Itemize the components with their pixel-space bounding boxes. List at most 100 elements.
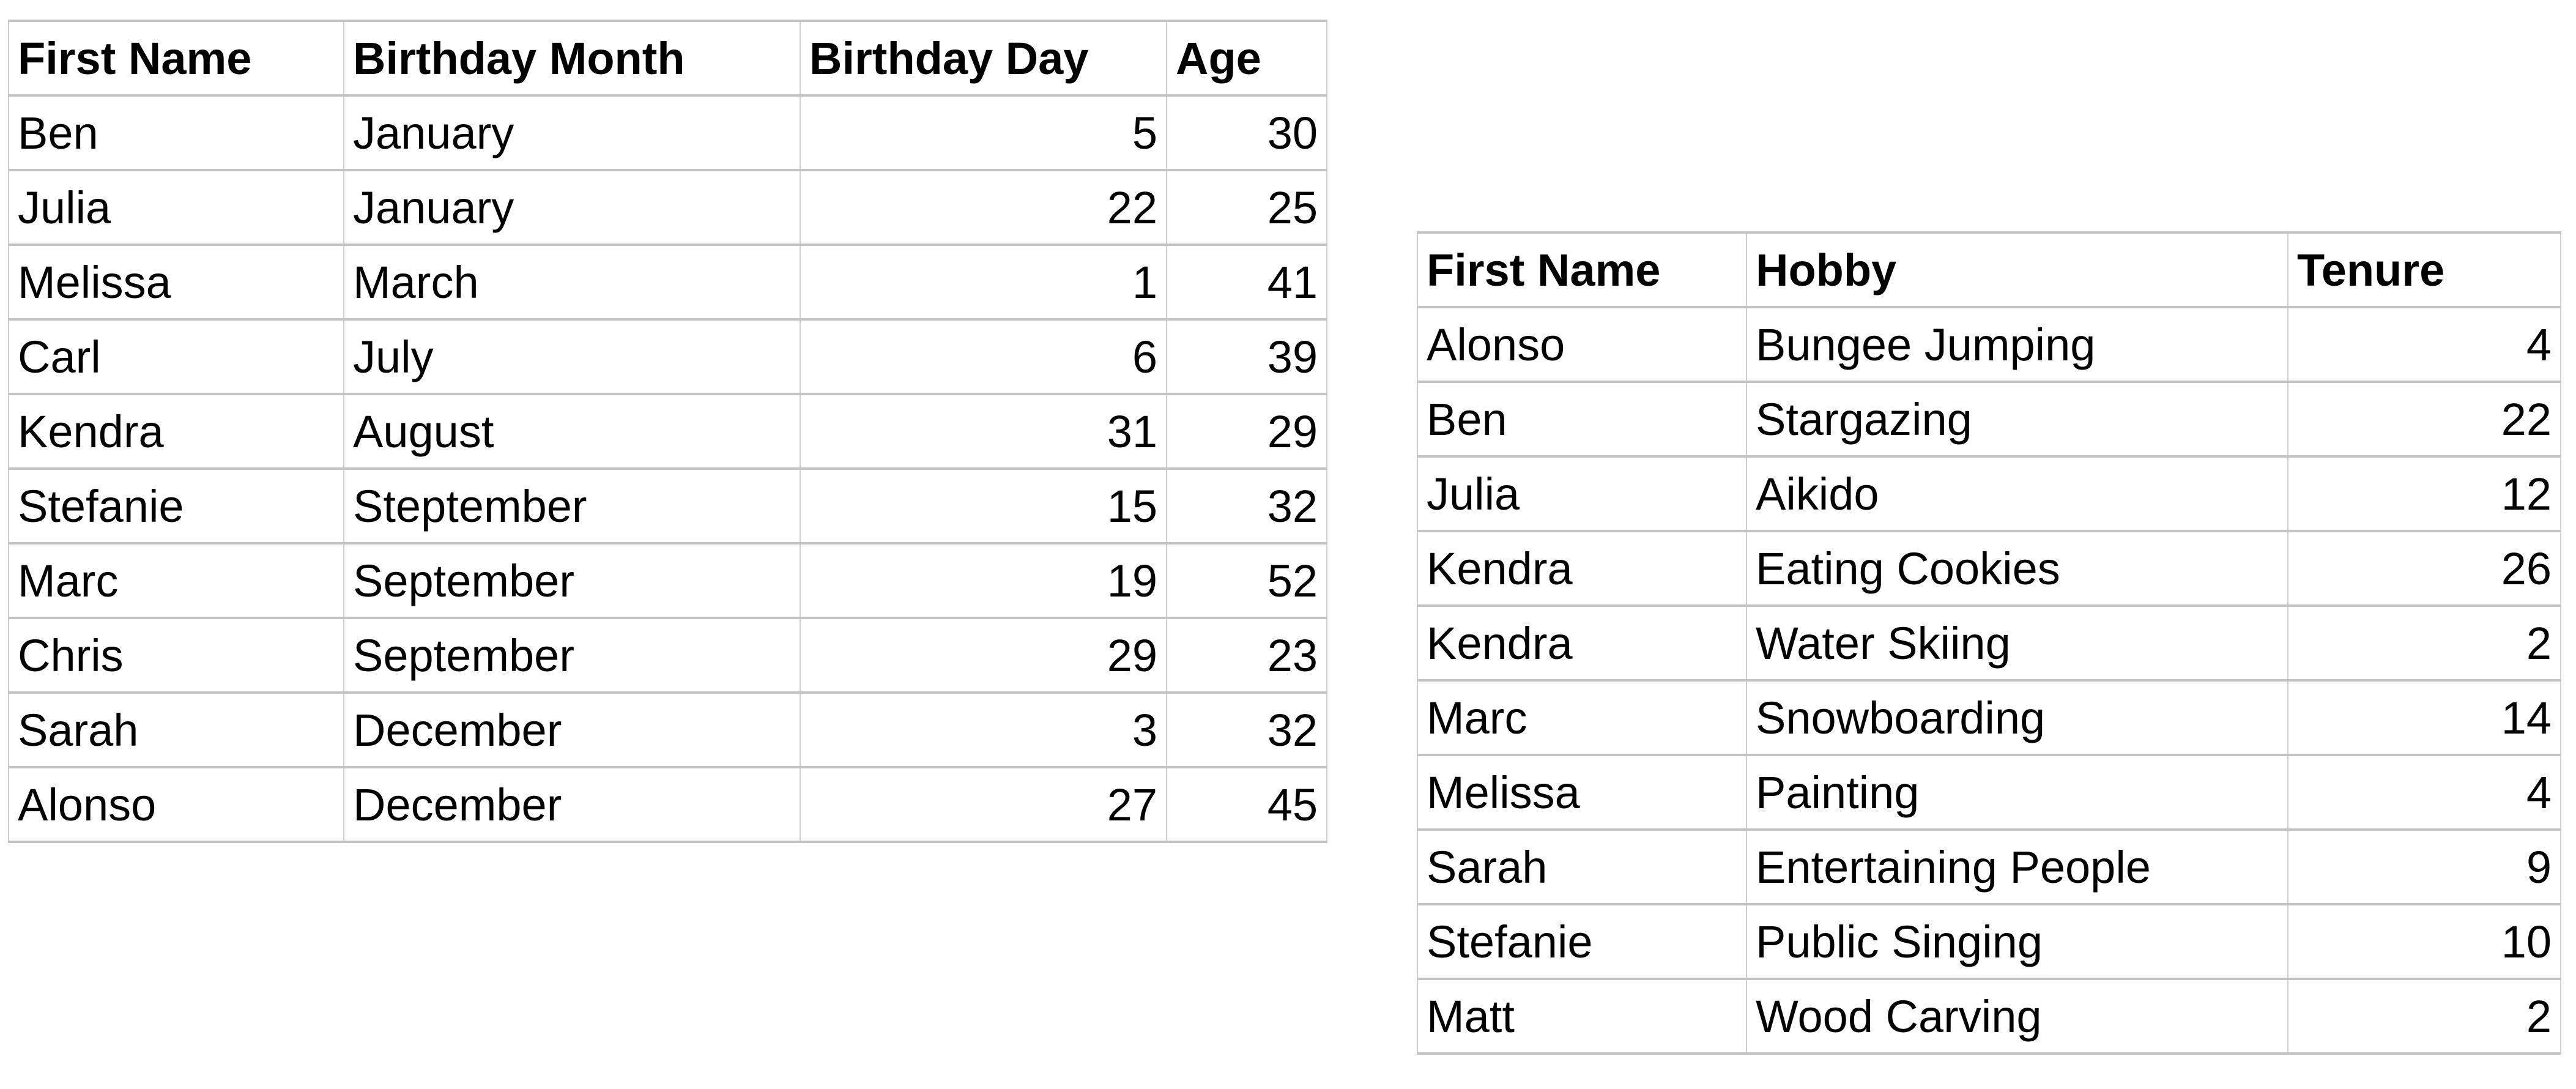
table-row: Sarah Entertaining People 9 [1417, 828, 2561, 905]
cell-age[interactable]: 39 [1166, 318, 1327, 395]
cell-birthday-month[interactable]: December [343, 766, 801, 843]
cell-hobby[interactable]: Eating Cookies [1746, 530, 2288, 607]
cell-birthday-day[interactable]: 1 [800, 243, 1167, 321]
cell-birthday-day[interactable]: 6 [800, 318, 1167, 395]
cell-age[interactable]: 52 [1166, 542, 1327, 619]
header-birthday-day[interactable]: Birthday Day [800, 20, 1167, 97]
cell-age[interactable]: 45 [1166, 766, 1327, 843]
cell-birthday-day[interactable]: 5 [800, 94, 1167, 171]
cell-first-name[interactable]: Chris [8, 617, 344, 694]
cell-tenure[interactable]: 12 [2287, 455, 2561, 532]
cell-hobby[interactable]: Entertaining People [1746, 828, 2288, 905]
cell-first-name[interactable]: Kendra [8, 393, 344, 470]
cell-age[interactable]: 32 [1166, 691, 1327, 768]
table-row: Matt Wood Carving 2 [1417, 978, 2561, 1055]
cell-birthday-month[interactable]: December [343, 691, 801, 768]
cell-tenure[interactable]: 4 [2287, 754, 2561, 831]
cell-first-name[interactable]: Stefanie [1417, 903, 1747, 980]
cell-hobby[interactable]: Bungee Jumping [1746, 306, 2288, 383]
cell-age[interactable]: 25 [1166, 169, 1327, 246]
cell-first-name[interactable]: Julia [8, 169, 344, 246]
cell-first-name[interactable]: Marc [1417, 679, 1747, 756]
cell-birthday-month[interactable]: September [343, 617, 801, 694]
cell-first-name[interactable]: Alonso [1417, 306, 1747, 383]
cell-birthday-day[interactable]: 29 [800, 617, 1167, 694]
cell-birthday-month[interactable]: July [343, 318, 801, 395]
cell-birthday-day[interactable]: 3 [800, 691, 1167, 768]
cell-age[interactable]: 32 [1166, 467, 1327, 544]
cell-age[interactable]: 41 [1166, 243, 1327, 321]
cell-birthday-day[interactable]: 31 [800, 393, 1167, 470]
header-age[interactable]: Age [1166, 20, 1327, 97]
table-row: Alonso December 27 45 [8, 766, 1327, 843]
cell-hobby[interactable]: Snowboarding [1746, 679, 2288, 756]
cell-first-name[interactable]: Melissa [8, 243, 344, 321]
table-row: Stefanie Public Singing 10 [1417, 903, 2561, 980]
cell-birthday-month[interactable]: September [343, 542, 801, 619]
cell-tenure[interactable]: 2 [2287, 604, 2561, 682]
header-tenure[interactable]: Tenure [2287, 231, 2561, 308]
table-row: Carl July 6 39 [8, 318, 1327, 395]
table-row: Melissa March 1 41 [8, 243, 1327, 321]
cell-first-name[interactable]: Matt [1417, 978, 1747, 1055]
cell-birthday-month[interactable]: January [343, 94, 801, 171]
cell-hobby[interactable]: Wood Carving [1746, 978, 2288, 1055]
header-row: First Name Birthday Month Birthday Day A… [8, 20, 1327, 97]
cell-tenure[interactable]: 4 [2287, 306, 2561, 383]
cell-birthday-day[interactable]: 27 [800, 766, 1167, 843]
birthday-table: First Name Birthday Month Birthday Day A… [8, 20, 1327, 843]
cell-first-name[interactable]: Carl [8, 318, 344, 395]
header-hobby[interactable]: Hobby [1746, 231, 2288, 308]
cell-birthday-month[interactable]: March [343, 243, 801, 321]
cell-first-name[interactable]: Kendra [1417, 530, 1747, 607]
cell-first-name[interactable]: Sarah [8, 691, 344, 768]
table-row: Julia Aikido 12 [1417, 455, 2561, 532]
cell-first-name[interactable]: Melissa [1417, 754, 1747, 831]
cell-first-name[interactable]: Alonso [8, 766, 344, 843]
cell-first-name[interactable]: Sarah [1417, 828, 1747, 905]
cell-tenure[interactable]: 10 [2287, 903, 2561, 980]
table-row: Julia January 22 25 [8, 169, 1327, 246]
table-row: Chris September 29 23 [8, 617, 1327, 694]
table-row: Kendra Water Skiing 2 [1417, 604, 2561, 682]
cell-first-name[interactable]: Stefanie [8, 467, 344, 544]
table-row: Sarah December 3 32 [8, 691, 1327, 768]
cell-hobby[interactable]: Stargazing [1746, 381, 2288, 458]
cell-tenure[interactable]: 26 [2287, 530, 2561, 607]
cell-hobby[interactable]: Water Skiing [1746, 604, 2288, 682]
table-row: Stefanie Steptember 15 32 [8, 467, 1327, 544]
cell-first-name[interactable]: Ben [1417, 381, 1747, 458]
cell-first-name[interactable]: Kendra [1417, 604, 1747, 682]
cell-birthday-day[interactable]: 22 [800, 169, 1167, 246]
cell-first-name[interactable]: Ben [8, 94, 344, 171]
table-row: Kendra Eating Cookies 26 [1417, 530, 2561, 607]
cell-tenure[interactable]: 9 [2287, 828, 2561, 905]
table-row: Marc September 19 52 [8, 542, 1327, 619]
cell-hobby[interactable]: Public Singing [1746, 903, 2288, 980]
header-first-name[interactable]: First Name [1417, 231, 1747, 308]
table-row: Melissa Painting 4 [1417, 754, 2561, 831]
table-row: Ben Stargazing 22 [1417, 381, 2561, 458]
cell-age[interactable]: 29 [1166, 393, 1327, 470]
cell-birthday-day[interactable]: 19 [800, 542, 1167, 619]
header-birthday-month[interactable]: Birthday Month [343, 20, 801, 97]
cell-birthday-month[interactable]: August [343, 393, 801, 470]
cell-tenure[interactable]: 2 [2287, 978, 2561, 1055]
cell-age[interactable]: 30 [1166, 94, 1327, 171]
table-row: Ben January 5 30 [8, 94, 1327, 171]
table-row: Alonso Bungee Jumping 4 [1417, 306, 2561, 383]
hobby-table: First Name Hobby Tenure Alonso Bungee Jum… [1417, 231, 2561, 1055]
cell-birthday-month[interactable]: Steptember [343, 467, 801, 544]
cell-tenure[interactable]: 22 [2287, 381, 2561, 458]
cell-first-name[interactable]: Julia [1417, 455, 1747, 532]
cell-birthday-month[interactable]: January [343, 169, 801, 246]
cell-age[interactable]: 23 [1166, 617, 1327, 694]
table-row: Marc Snowboarding 14 [1417, 679, 2561, 756]
cell-birthday-day[interactable]: 15 [800, 467, 1167, 544]
header-first-name[interactable]: First Name [8, 20, 344, 97]
cell-hobby[interactable]: Painting [1746, 754, 2288, 831]
cell-tenure[interactable]: 14 [2287, 679, 2561, 756]
cell-first-name[interactable]: Marc [8, 542, 344, 619]
table-row: Kendra August 31 29 [8, 393, 1327, 470]
cell-hobby[interactable]: Aikido [1746, 455, 2288, 532]
